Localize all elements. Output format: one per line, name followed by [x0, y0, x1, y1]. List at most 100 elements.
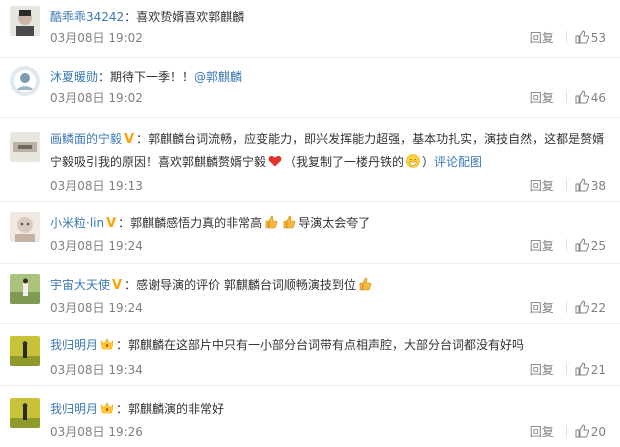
comment-item: 小米粒·lin V ：郭麒麟感悟力真的非常高 导演太会夸了 03月08日 19:24 … — [0, 202, 620, 264]
colon: ： — [118, 216, 131, 230]
comment-item: 我归明月 ：郭麒麟演的非常好 03月08日 19:26 回复 20 — [0, 386, 620, 447]
thumbs-up-icon — [575, 424, 589, 438]
thumbs-up-emoji-icon — [265, 215, 278, 229]
divider — [565, 301, 567, 313]
like-count: 25 — [590, 239, 606, 253]
crown-badge-icon — [100, 402, 114, 414]
divider — [565, 179, 567, 191]
colon: ： — [136, 132, 149, 146]
timestamp: 03月08日 19:13 — [50, 179, 143, 193]
comment-item: 我归明月 ：郭麒麟在这部片中只有一小部分台词带有点相声腔，大部分台词都没有好吗 0… — [0, 324, 620, 386]
reply-button[interactable]: 回复 — [530, 363, 554, 377]
comment-item: 酷乖乖34242：喜欢贽婿喜欢郭麒麟 03月08日 19:02 回复 53 — [0, 0, 620, 58]
username-link[interactable]: 画鳞面的宁毅 — [50, 132, 122, 146]
avatar[interactable] — [10, 336, 40, 366]
comment-body: 酷乖乖34242：喜欢贽婿喜欢郭麒麟 03月08日 19:02 回复 53 — [50, 6, 614, 45]
divider — [565, 239, 567, 251]
comment-item: 宇宙大天使 V ：感谢导演的评价 郭麒麟台词顺畅演技到位 03月08日 19:24 … — [0, 264, 620, 324]
username-link[interactable]: 我归明月 — [50, 338, 98, 352]
mention-link[interactable]: @郭麒麟 — [194, 70, 242, 84]
comment-actions: 回复 46 — [530, 88, 606, 108]
comment-image-link[interactable]: 评论配图 — [434, 155, 482, 169]
comment-actions: 回复 20 — [530, 422, 606, 442]
divider — [565, 363, 567, 375]
username-link[interactable]: 我归明月 — [50, 402, 98, 416]
like-button[interactable]: 46 — [575, 90, 606, 105]
username-link[interactable]: 酷乖乖34242 — [50, 10, 124, 24]
colon: ： — [98, 70, 111, 84]
reply-button[interactable]: 回复 — [530, 239, 554, 253]
reply-button[interactable]: 回复 — [530, 425, 554, 439]
thumbs-up-icon — [575, 90, 589, 104]
divider — [565, 31, 567, 43]
like-button[interactable]: 38 — [575, 178, 606, 193]
like-button[interactable]: 25 — [575, 238, 606, 253]
reply-button[interactable]: 回复 — [530, 31, 554, 45]
username-link[interactable]: 宇宙大天使 — [50, 278, 110, 292]
divider — [565, 425, 567, 437]
thumbs-up-emoji-icon — [359, 277, 372, 291]
comment-text: 郭麒麟感悟力真的非常高 — [130, 216, 263, 230]
comment-meta: 03月08日 19:02 回复 53 — [50, 28, 614, 48]
colon: ： — [124, 10, 137, 24]
comment-body: 我归明月 ：郭麒麟在这部片中只有一小部分台词带有点相声腔，大部分台词都没有好吗 0… — [50, 334, 614, 377]
like-button[interactable]: 22 — [575, 300, 606, 315]
avatar[interactable] — [10, 66, 40, 96]
comment-text: 郭麒麟在这部片中只有一小部分台词带有点相声腔，大部分台词都没有好吗 — [128, 338, 525, 352]
verified-v-icon: V — [124, 132, 135, 147]
comment-item: 沐夏暖勋：期待下一季！！@郭麒麟 03月08日 19:02 回复 46 — [0, 58, 620, 118]
thumbs-up-icon — [575, 362, 589, 376]
comment-text-2: （我复制了一楼丹铁的 — [284, 155, 405, 169]
timestamp: 03月08日 19:34 — [50, 363, 143, 377]
reply-button[interactable]: 回复 — [530, 301, 554, 315]
colon: ： — [124, 278, 137, 292]
comment-text-2: 导演太会夸了 — [298, 216, 371, 230]
comment-meta: 03月08日 19:02 回复 46 — [50, 88, 614, 108]
comment-actions: 回复 22 — [530, 298, 606, 318]
comment-item: 画鳞面的宁毅 V ：郭麒麟台词流畅，应变能力，即兴发挥能力超强，基本功扎实，演技自然… — [0, 118, 620, 202]
username-link[interactable]: 小米粒·lin — [50, 216, 104, 230]
comment-text: 郭麒麟演的非常好 — [128, 402, 225, 416]
divider — [565, 91, 567, 103]
avatar[interactable] — [10, 274, 40, 304]
reply-button[interactable]: 回复 — [530, 179, 554, 193]
heart-emoji-icon — [268, 155, 282, 167]
reply-button[interactable]: 回复 — [530, 91, 554, 105]
thumbs-up-icon — [575, 238, 589, 252]
comment-meta: 03月08日 19:34 回复 21 — [50, 360, 614, 380]
like-count: 46 — [590, 91, 606, 105]
comment-body: 宇宙大天使 V ：感谢导演的评价 郭麒麟台词顺畅演技到位 03月08日 19:24 … — [50, 274, 614, 315]
like-button[interactable]: 21 — [575, 362, 606, 377]
verified-v-icon: V — [106, 216, 117, 231]
thumbs-up-icon — [575, 30, 589, 44]
grin-emoji-icon — [406, 154, 420, 168]
like-count: 20 — [590, 425, 606, 439]
avatar[interactable] — [10, 398, 40, 428]
comment-text-3: ） — [422, 155, 435, 169]
comment-meta: 03月08日 19:13 回复 38 — [50, 176, 614, 196]
username-link[interactable]: 沐夏暖勋 — [50, 70, 98, 84]
avatar[interactable] — [10, 6, 40, 36]
comment-text: 感谢导演的评价 郭麒麟台词顺畅演技到位 — [136, 278, 356, 292]
comment-feed: 酷乖乖34242：喜欢贽婿喜欢郭麒麟 03月08日 19:02 回复 53 沐夏暖… — [0, 0, 620, 447]
comment-actions: 回复 25 — [530, 236, 606, 256]
comment-actions: 回复 38 — [530, 176, 606, 196]
comment-body: 小米粒·lin V ：郭麒麟感悟力真的非常高 导演太会夸了 03月08日 19:24 … — [50, 212, 614, 253]
comment-meta: 03月08日 19:24 回复 25 — [50, 236, 614, 256]
timestamp: 03月08日 19:02 — [50, 31, 143, 45]
comment-body: 沐夏暖勋：期待下一季！！@郭麒麟 03月08日 19:02 回复 46 — [50, 66, 614, 105]
like-count: 38 — [590, 179, 606, 193]
timestamp: 03月08日 19:24 — [50, 301, 143, 315]
comment-body: 画鳞面的宁毅 V ：郭麒麟台词流畅，应变能力，即兴发挥能力超强，基本功扎实，演技自然… — [50, 128, 614, 193]
comment-actions: 回复 21 — [530, 360, 606, 380]
thumbs-up-icon — [575, 300, 589, 314]
thumbs-up-emoji-icon — [283, 215, 296, 229]
avatar[interactable] — [10, 212, 40, 242]
timestamp: 03月08日 19:26 — [50, 425, 143, 439]
like-button[interactable]: 20 — [575, 424, 606, 439]
like-button[interactable]: 53 — [575, 30, 606, 45]
colon: ： — [116, 338, 129, 352]
like-count: 53 — [590, 31, 606, 45]
avatar[interactable] — [10, 132, 40, 162]
comment-body: 我归明月 ：郭麒麟演的非常好 03月08日 19:26 回复 20 — [50, 398, 614, 439]
